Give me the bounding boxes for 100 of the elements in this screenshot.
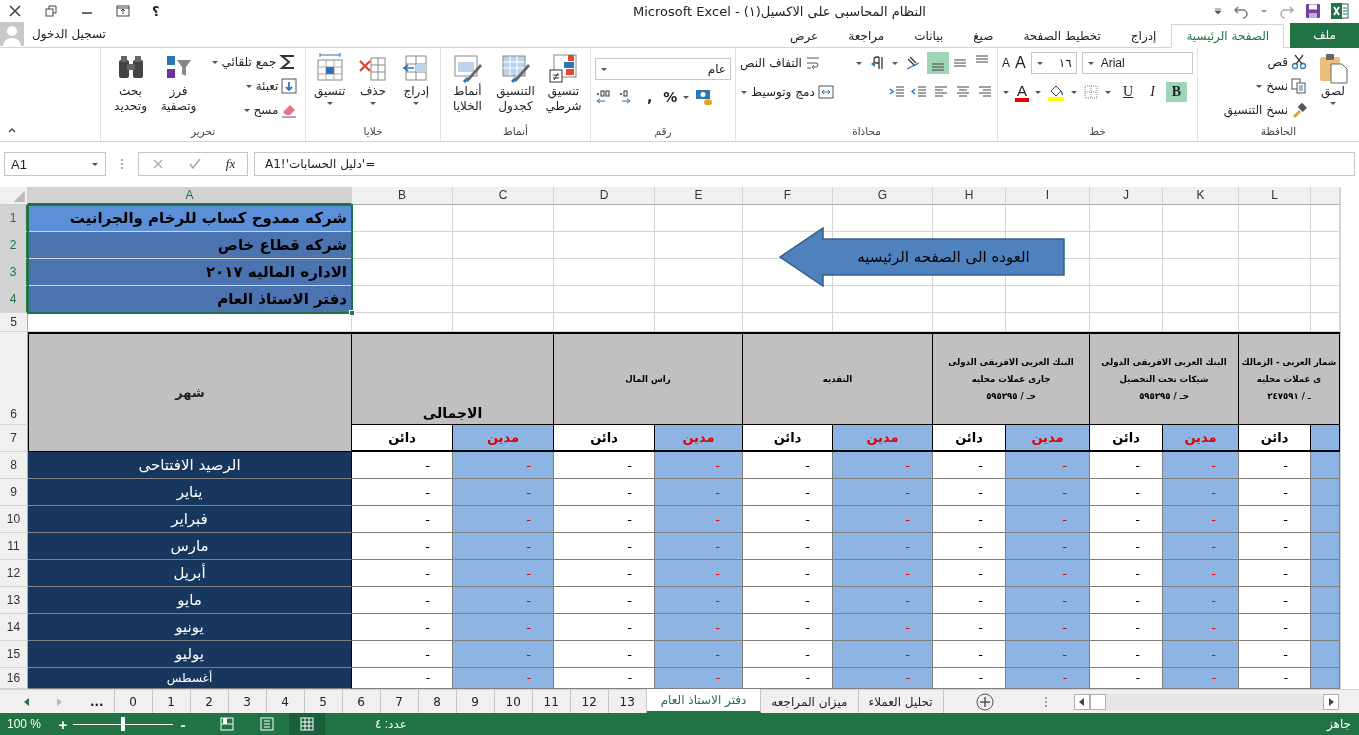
conditional-formatting-button[interactable]: تنسيق شرطي: [541, 52, 586, 125]
bold-button[interactable]: B: [1165, 82, 1188, 102]
zoom-in-button[interactable]: +: [57, 715, 69, 733]
name-box[interactable]: A1: [4, 152, 106, 176]
column-header[interactable]: A: [28, 187, 352, 205]
zoom-level-label[interactable]: 100 %: [7, 717, 57, 731]
font-size-field[interactable]: ١٦: [1030, 52, 1077, 74]
column-header[interactable]: E: [655, 187, 743, 205]
sign-in-link[interactable]: تسجيل الدخول: [32, 27, 106, 41]
orientation-icon[interactable]: [905, 55, 921, 71]
format-as-table-button[interactable]: التنسيق كجدول: [493, 52, 538, 125]
caret-icon[interactable]: [1104, 88, 1112, 96]
wrap-text-button[interactable]: التفاف النص: [740, 53, 821, 73]
ribbon-tab[interactable]: تخطيط الصفحة: [1008, 24, 1116, 48]
italic-button[interactable]: I: [1144, 82, 1161, 102]
decrease-indent-icon[interactable]: [911, 84, 927, 100]
splitter-handle-icon[interactable]: [1043, 694, 1048, 709]
row-header[interactable]: 4: [0, 286, 28, 313]
align-left-icon[interactable]: [933, 84, 949, 100]
row-header[interactable]: 9: [0, 479, 28, 506]
row-header[interactable]: 7: [0, 425, 28, 452]
zoom-out-button[interactable]: -: [177, 715, 189, 733]
comma-style-button[interactable]: ,: [641, 89, 659, 105]
format-button[interactable]: تنسيق: [310, 52, 350, 125]
back-arrow-link[interactable]: العوده الى الصفحه الرئيسيه: [779, 227, 1066, 287]
column-header[interactable]: I: [1006, 187, 1090, 205]
ribbon-display-icon[interactable]: [116, 4, 130, 18]
font-color-button[interactable]: A: [1015, 82, 1029, 102]
ribbon-tab[interactable]: بيانات: [899, 24, 959, 48]
slider-thumb[interactable]: [121, 717, 125, 731]
cell-styles-button[interactable]: أنماط الخلايا: [445, 52, 490, 125]
ribbon-tab[interactable]: الصفحة الرئيسية: [1171, 24, 1285, 48]
paste-button[interactable]: لصق: [1315, 52, 1351, 125]
row-header[interactable]: 14: [0, 614, 28, 641]
row-header[interactable]: 5: [0, 313, 28, 332]
column-header[interactable]: D: [554, 187, 655, 205]
merge-center-button[interactable]: دمج وتوسيط: [740, 82, 834, 102]
caret-icon[interactable]: [891, 59, 899, 67]
column-header[interactable]: J: [1090, 187, 1163, 205]
shrink-font-button[interactable]: A: [1002, 56, 1010, 70]
caret-icon[interactable]: [1002, 88, 1010, 96]
drag-handle-icon[interactable]: [120, 157, 124, 171]
fill-color-icon[interactable]: [1047, 83, 1065, 101]
column-header[interactable]: G: [833, 187, 933, 205]
undo-icon[interactable]: [1233, 3, 1249, 19]
number-format-dropdown[interactable]: عام: [595, 58, 731, 80]
ribbon-tab[interactable]: ملف: [1290, 23, 1359, 48]
ribbon-tab[interactable]: عرض: [774, 24, 834, 48]
formula-field[interactable]: ='دليل الحسابات'!A1: [254, 152, 1355, 176]
underline-button[interactable]: U: [1117, 82, 1140, 102]
find-select-button[interactable]: بحث وتحديد: [108, 52, 153, 125]
grow-font-button[interactable]: A: [1015, 54, 1026, 72]
delete-button[interactable]: حذف: [353, 52, 393, 125]
caret-icon[interactable]: [1213, 6, 1223, 16]
save-icon[interactable]: [1305, 3, 1321, 19]
font-name-field[interactable]: Arial: [1081, 52, 1193, 74]
caret-icon[interactable]: [1070, 88, 1078, 96]
caret-icon[interactable]: [682, 93, 691, 101]
row-header[interactable]: 3: [0, 259, 28, 286]
row-header[interactable]: 15: [0, 641, 28, 668]
column-header[interactable]: F: [743, 187, 833, 205]
align-right-icon[interactable]: [977, 84, 993, 100]
percent-button[interactable]: %: [663, 89, 678, 105]
column-header[interactable]: K: [1163, 187, 1239, 205]
normal-view-button[interactable]: [289, 713, 325, 735]
column-header[interactable]: L: [1239, 187, 1311, 205]
fill-button[interactable]: تعبئة: [244, 76, 298, 96]
sort-filter-button[interactable]: فرز وتصفية: [156, 52, 201, 125]
copy-button[interactable]: نسخ: [1255, 76, 1307, 96]
row-header[interactable]: 13: [0, 587, 28, 614]
column-header[interactable]: B: [352, 187, 453, 205]
cut-button[interactable]: قص: [1267, 52, 1307, 72]
sheet-tab[interactable]: دفتر الاستاذ العام: [646, 689, 762, 713]
right-arrow-icon[interactable]: [1326, 696, 1336, 707]
column-header[interactable]: C: [453, 187, 554, 205]
close-icon[interactable]: [8, 4, 22, 18]
clear-button[interactable]: مسح: [242, 100, 298, 120]
caret-icon[interactable]: [1034, 88, 1042, 96]
add-sheet-icon[interactable]: [975, 692, 994, 711]
ribbon-tab[interactable]: إدراج: [1115, 24, 1172, 48]
previous-sheet-icon[interactable]: [22, 696, 32, 707]
ribbon-tab[interactable]: مراجعة: [833, 24, 900, 48]
row-header[interactable]: 8: [0, 452, 28, 479]
decrease-decimal-icon[interactable]: [595, 88, 613, 106]
caret-icon[interactable]: [855, 59, 863, 67]
check-icon[interactable]: [188, 157, 203, 171]
currency-icon[interactable]: [695, 88, 714, 106]
format-painter-button[interactable]: نسخ التنسيق: [1223, 100, 1307, 120]
ribbon-tab[interactable]: صيغ: [958, 24, 1009, 48]
row-header[interactable]: 16: [0, 668, 28, 689]
align-center-icon[interactable]: [955, 84, 971, 100]
row-header[interactable]: 2: [0, 232, 28, 259]
row-header[interactable]: 12: [0, 560, 28, 587]
column-header[interactable]: H: [933, 187, 1006, 205]
horizontal-scrollbar[interactable]: [1073, 693, 1339, 710]
row-header[interactable]: 11: [0, 533, 28, 560]
text-direction-icon[interactable]: [869, 55, 885, 71]
row-header[interactable]: 1: [0, 205, 28, 232]
autosum-button[interactable]: جمع تلقائي: [210, 52, 298, 72]
restore-icon[interactable]: [44, 4, 58, 18]
